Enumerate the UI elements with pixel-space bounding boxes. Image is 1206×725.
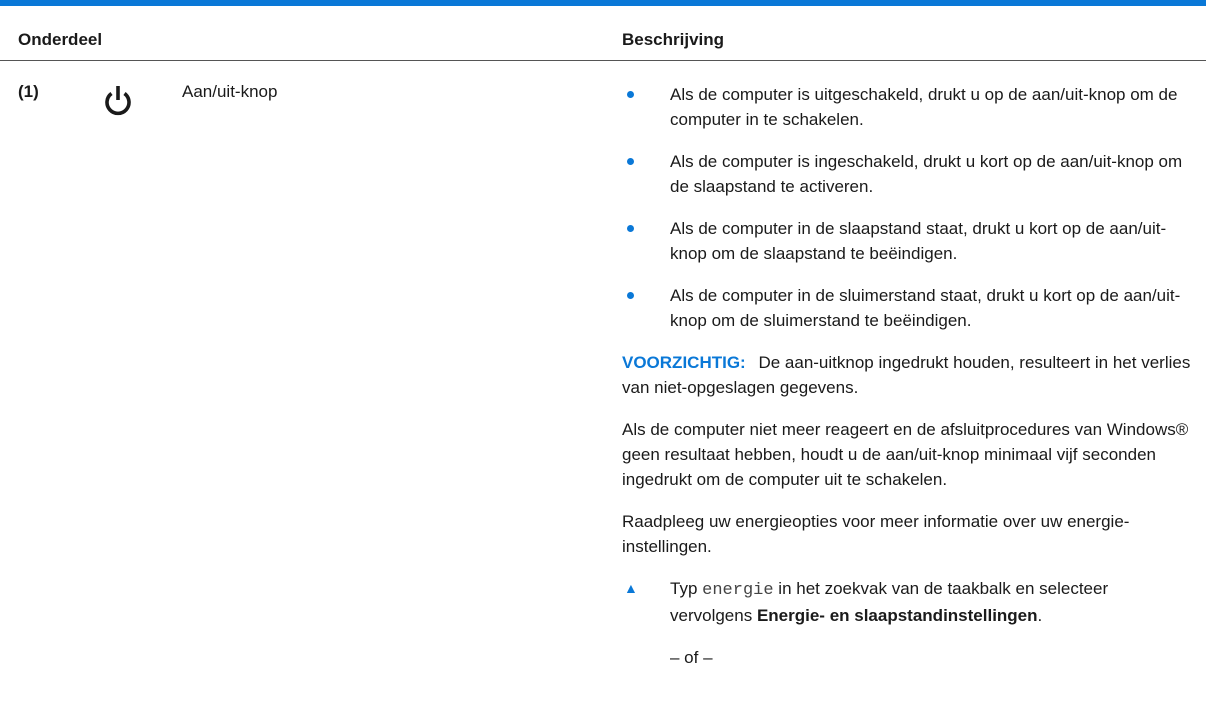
list-item: Als de computer in de sluimerstand staat…: [622, 283, 1192, 333]
step-suffix: .: [1037, 606, 1043, 625]
component-name: Aan/uit-knop: [182, 82, 278, 101]
list-item-text: Als de computer in de sluimerstand staat…: [670, 286, 1181, 330]
step-bold-option: Energie- en slaapstandinstellingen: [756, 606, 1038, 625]
paragraph-energy-options: Raadpleeg uw energieopties voor meer inf…: [622, 512, 1130, 556]
or-separator: – of –: [670, 648, 713, 667]
list-item-text: Als de computer is uitgeschakeld, drukt …: [670, 85, 1178, 129]
description-cell: Als de computer is uitgeschakeld, drukt …: [622, 82, 1192, 670]
row-number: (1): [18, 82, 39, 101]
step-code: energie: [702, 581, 774, 600]
column-header-description: Beschrijving: [622, 30, 725, 49]
caution-note: VOORZICHTIG: De aan-uitknop ingedrukt ho…: [622, 350, 1192, 400]
list-item-text: Als de computer is ingeschakeld, drukt u…: [670, 152, 1183, 196]
bullet-dot-icon: [627, 225, 634, 232]
bullet-dot-icon: [627, 158, 634, 165]
bullet-dot-icon: [627, 292, 634, 299]
list-item: Als de computer in de slaapstand staat, …: [622, 216, 1192, 266]
paragraph-unresponsive: Als de computer niet meer reageert en de…: [622, 420, 1189, 489]
step-item: ▲ Typ energie in het zoekvak van de taak…: [622, 576, 1192, 628]
top-accent-bar: [0, 0, 1206, 6]
bullet-dot-icon: [627, 91, 634, 98]
list-item: Als de computer is uitgeschakeld, drukt …: [622, 82, 1192, 132]
caution-label: VOORZICHTIG:: [622, 353, 746, 372]
step-prefix: Typ: [670, 579, 698, 598]
header-divider: [0, 60, 1206, 61]
power-icon: [105, 86, 131, 116]
list-item: Als de computer is ingeschakeld, drukt u…: [622, 149, 1192, 199]
triangle-step-icon: ▲: [624, 580, 638, 596]
column-header-component: Onderdeel: [18, 30, 103, 49]
list-item-text: Als de computer in de slaapstand staat, …: [670, 219, 1167, 263]
